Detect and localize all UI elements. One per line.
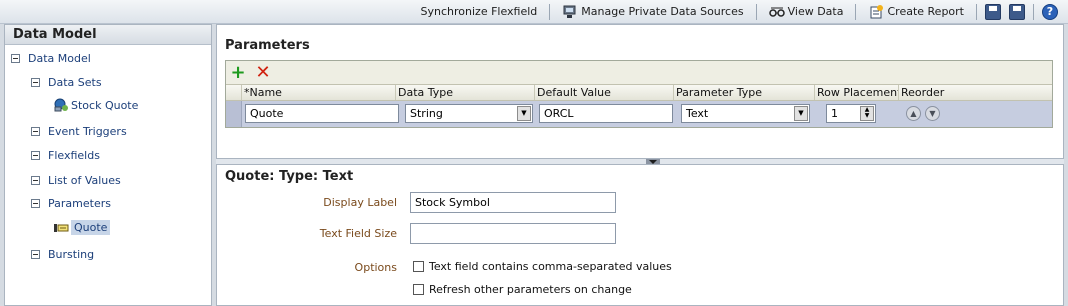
tree-item-label: Event Triggers [48, 125, 127, 138]
parameters-panel: Parameters + ✕ *Name Data Type Default V… [216, 24, 1064, 158]
collapse-icon[interactable] [31, 250, 40, 259]
toolbar-divider [976, 3, 977, 20]
collapse-arrow-icon[interactable] [646, 159, 660, 164]
default-value-input[interactable]: ORCL [539, 104, 673, 123]
view-data-icon [768, 5, 785, 19]
data-model-panel: Data Model Data Model Data Sets Stock Qu… [4, 24, 212, 306]
tree-item-list-of-values[interactable]: List of Values [31, 174, 121, 187]
tree-item-quote[interactable]: Quote [53, 220, 111, 235]
row-header-column [226, 85, 242, 100]
tree-item-label: Quote [71, 220, 111, 235]
refresh-parameters-label: Refresh other parameters on change [429, 283, 632, 296]
name-value: Quote [250, 107, 284, 120]
column-header-data-type[interactable]: Data Type [396, 85, 535, 100]
parameter-type-select[interactable]: Text ▼ [681, 104, 810, 123]
add-icon[interactable]: + [230, 63, 246, 81]
panel-title: Data Model [5, 25, 211, 45]
display-label-input[interactable]: Stock Symbol [410, 192, 616, 213]
data-type-select[interactable]: String ▼ [405, 104, 533, 123]
column-header-parameter-type[interactable]: Parameter Type [674, 85, 815, 100]
data-type-value: String [410, 107, 443, 120]
chevron-down-icon[interactable]: ▼ [794, 106, 808, 121]
default-value-value: ORCL [544, 107, 574, 120]
parameter-icon [53, 221, 69, 235]
parameter-type-value: Text [686, 107, 709, 120]
create-report-label: Create Report [887, 5, 964, 18]
tree-item-label: Stock Quote [71, 98, 139, 112]
collapse-icon[interactable] [31, 151, 40, 160]
comma-separated-label: Text field contains comma-separated valu… [429, 260, 672, 273]
delete-icon[interactable]: ✕ [255, 63, 271, 81]
collapse-icon[interactable] [31, 199, 40, 208]
toolbar-divider [755, 3, 757, 20]
display-label-label: Display Label [323, 196, 397, 209]
name-input[interactable]: Quote [245, 104, 399, 123]
display-label-value: Stock Symbol [415, 196, 490, 209]
options-label: Options [354, 261, 397, 274]
manage-private-data-sources-button[interactable]: Manage Private Data Sources [554, 2, 751, 22]
view-data-label: View Data [787, 5, 844, 18]
tree-item-data-model[interactable]: Data Model [11, 52, 91, 65]
tree-item-label: Data Model [28, 52, 91, 65]
section-title: Parameters [225, 38, 310, 53]
parameter-detail-panel: Quote: Type: Text Display Label Stock Sy… [216, 165, 1064, 306]
save-icon[interactable] [985, 3, 1001, 20]
table-header: *Name Data Type Default Value Parameter … [226, 85, 1052, 101]
collapse-icon[interactable] [31, 176, 40, 185]
table-toolbar: + ✕ [226, 61, 1052, 85]
text-field-size-label: Text Field Size [319, 227, 397, 240]
row-placement-value: 1 [831, 107, 838, 120]
tree-item-flexfields[interactable]: Flexfields [31, 149, 100, 162]
tree-item-label: Parameters [48, 197, 111, 210]
section-title: Quote: Type: Text [225, 169, 354, 184]
data-set-icon [53, 98, 69, 112]
create-report-icon [868, 4, 884, 19]
tree-item-stock-quote[interactable]: Stock Quote [53, 98, 138, 112]
tree-item-label: Flexfields [48, 149, 100, 162]
toolbar-divider [549, 3, 551, 20]
column-header-default-value[interactable]: Default Value [535, 85, 674, 100]
table-row[interactable]: Quote String ▼ ORCL Text ▼ 1 ▲ ▼ ▲ ▼ [226, 101, 1052, 127]
toolbar-divider [855, 3, 857, 20]
main-toolbar: Synchronize Flexfield Manage Private Dat… [0, 0, 1068, 24]
toolbar-divider [1033, 3, 1034, 20]
manage-private-data-sources-label: Manage Private Data Sources [581, 5, 744, 18]
column-header-reorder[interactable]: Reorder [899, 85, 1052, 100]
tree-item-data-sets[interactable]: Data Sets [31, 76, 102, 89]
view-data-button[interactable]: View Data [761, 2, 852, 22]
data-source-icon [562, 5, 578, 19]
collapse-icon[interactable] [31, 78, 40, 87]
comma-separated-checkbox[interactable] [413, 261, 424, 272]
save-as-icon[interactable] [1009, 3, 1025, 20]
tree-item-event-triggers[interactable]: Event Triggers [31, 125, 127, 138]
collapse-icon[interactable] [11, 54, 20, 63]
text-field-size-input[interactable] [410, 223, 616, 244]
tree-item-label: List of Values [48, 174, 121, 187]
spinner-icon[interactable]: ▲ ▼ [860, 106, 874, 121]
synchronize-flexfield-label: Synchronize Flexfield [420, 5, 538, 18]
move-up-icon[interactable]: ▲ [906, 106, 921, 121]
chevron-down-icon[interactable]: ▼ [517, 106, 531, 121]
help-icon[interactable]: ? [1042, 3, 1058, 20]
tree-item-bursting[interactable]: Bursting [31, 248, 94, 261]
move-down-icon[interactable]: ▼ [925, 106, 940, 121]
tree-item-label: Bursting [48, 248, 95, 261]
tree-item-label: Data Sets [48, 76, 102, 89]
column-header-name[interactable]: *Name [242, 85, 396, 100]
parameters-table: + ✕ *Name Data Type Default Value Parame… [225, 60, 1053, 128]
column-header-row-placement[interactable]: Row Placement [815, 85, 899, 100]
refresh-parameters-checkbox[interactable] [413, 284, 424, 295]
create-report-button[interactable]: Create Report [860, 2, 972, 22]
tree-item-parameters[interactable]: Parameters [31, 197, 111, 210]
row-placement-stepper[interactable]: 1 ▲ ▼ [826, 104, 876, 123]
row-selector[interactable] [226, 101, 242, 127]
synchronize-flexfield-button[interactable]: Synchronize Flexfield [413, 2, 546, 22]
panel-splitter[interactable] [216, 158, 1064, 165]
collapse-icon[interactable] [31, 127, 40, 136]
